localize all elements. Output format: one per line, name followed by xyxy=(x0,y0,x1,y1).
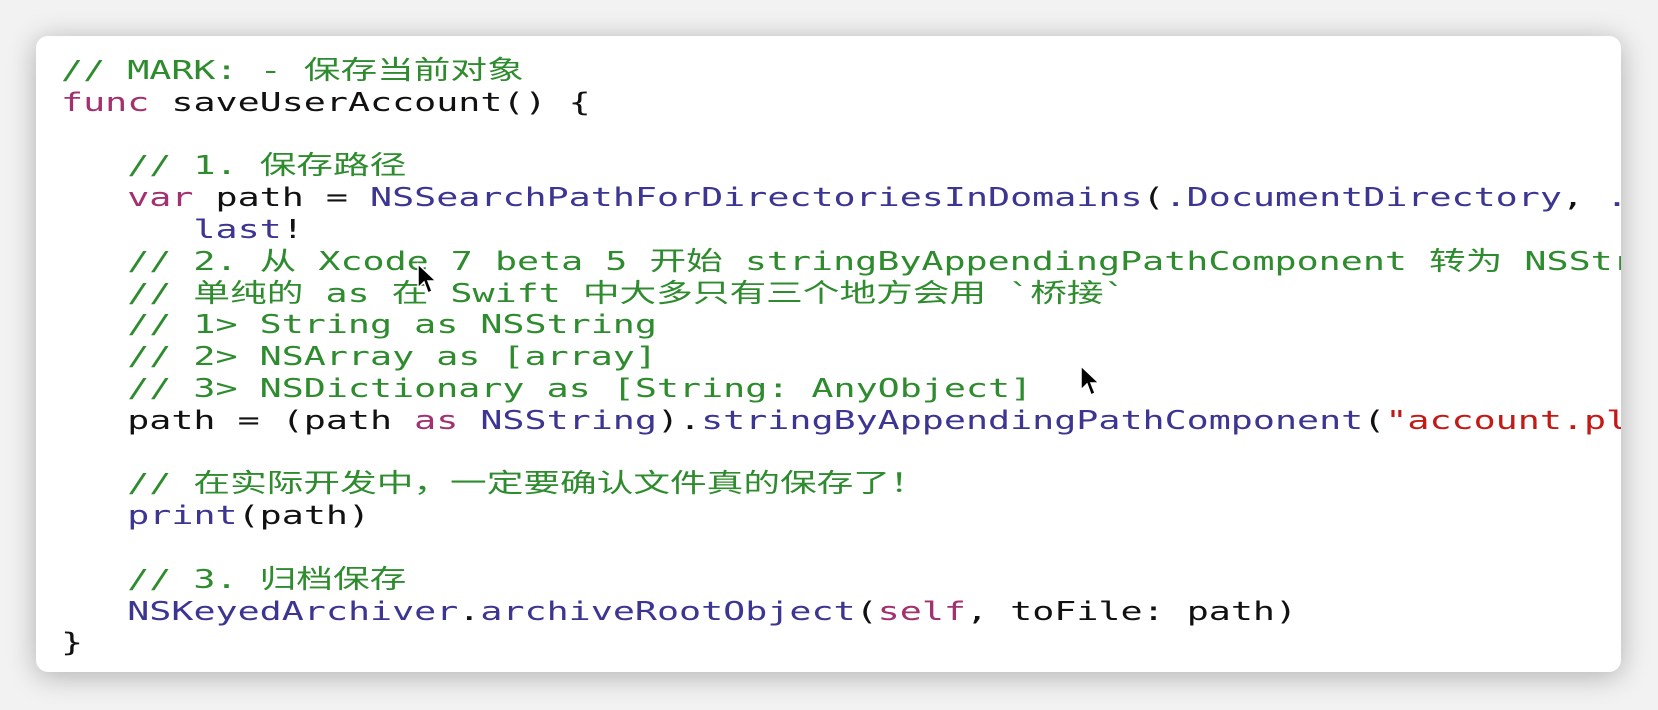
code-line: path = (path as NSString).stringByAppend… xyxy=(61,406,1621,438)
code-line: var path = NSSearchPathForDirectoriesInD… xyxy=(61,183,1621,215)
code-token-type: NSKeyedArchiver xyxy=(127,596,459,627)
code-snippet-card: // MARK: - 保存当前对象 func saveUserAccount() … xyxy=(36,36,1621,672)
code-token-type: last xyxy=(193,214,282,245)
code-line: last! xyxy=(61,215,1621,247)
code-token-comment: // 1. 保存路径 xyxy=(61,151,407,182)
code-token-plain: . xyxy=(458,596,481,627)
code-token-type: print xyxy=(127,501,238,532)
code-editor[interactable]: // MARK: - 保存当前对象 func saveUserAccount() … xyxy=(61,56,1621,660)
code-token-comment: // 2. 从 Xcode 7 beta 5 开始 stringByAppend… xyxy=(127,246,1621,277)
code-line: func saveUserAccount() { xyxy=(61,88,1621,120)
code-line: print(path) xyxy=(61,501,1621,533)
code-token-plain: path = (path xyxy=(61,405,415,436)
code-line: // MARK: - 保存当前对象 xyxy=(61,56,1621,88)
code-token-plain: ! xyxy=(281,214,304,245)
code-token-plain: ( xyxy=(1363,405,1386,436)
code-token-comment: // 在实际开发中，一定要确认文件真的保存了！ xyxy=(61,469,927,500)
code-token-comment: // 单纯的 as 在 Swift 中大多只有三个地方会用 `桥接` xyxy=(61,278,1126,309)
mouse-pointer-icon xyxy=(417,262,438,295)
code-line: // 3. 归档保存 xyxy=(61,565,1621,597)
code-line: // 3> NSDictionary as [String: AnyObject… xyxy=(61,374,1621,406)
code-token-comment: // 1> String as NSString xyxy=(61,310,657,341)
code-token-type: stringByAppendingPathComponent xyxy=(701,405,1364,436)
code-line: NSKeyedArchiver.archiveRootObject(self, … xyxy=(61,597,1621,629)
code-token-type: NSString xyxy=(480,405,657,436)
code-token-comment: // MARK: - 保存当前对象 xyxy=(61,56,524,86)
code-token-keyword: func xyxy=(61,87,150,118)
code-token-string: "account.plist" xyxy=(1385,405,1621,436)
code-token-comment: // 3> NSDictionary as [String: AnyObject… xyxy=(61,373,1033,404)
code-line: // 在实际开发中，一定要确认文件真的保存了！ xyxy=(61,469,1621,501)
code-token-type: .UserDomainMask xyxy=(1606,183,1621,213)
code-line: // 1> String as NSString xyxy=(61,310,1621,342)
mouse-pointer-icon xyxy=(1080,364,1101,397)
code-token-keyword: as xyxy=(414,405,459,436)
code-line: // 2> NSArray as [array] xyxy=(61,342,1621,374)
code-token-plain: saveUserAccount() { xyxy=(149,87,591,118)
code-token-plain: ). xyxy=(656,405,702,436)
code-line: // 单纯的 as 在 Swift 中大多只有三个地方会用 `桥接` xyxy=(61,279,1621,311)
code-token-type: .DocumentDirectory xyxy=(1164,183,1562,214)
code-token-type: NSSearchPathForDirectoriesInDomains xyxy=(370,183,1143,214)
code-token-plain: (path) xyxy=(237,501,371,532)
code-token-plain: } xyxy=(61,628,84,659)
code-line: // 2. 从 Xcode 7 beta 5 开始 stringByAppend… xyxy=(61,247,1621,279)
code-line: } xyxy=(61,628,1621,660)
code-token-plain: ( xyxy=(1142,183,1165,214)
code-token-keyword: var xyxy=(127,183,194,214)
code-token-type: archiveRootObject xyxy=(480,596,856,627)
code-token-comment: // 3. 归档保存 xyxy=(61,564,407,595)
code-token-comment: // 2> NSArray as [array] xyxy=(61,342,657,373)
code-token-plain: , xyxy=(1561,183,1607,214)
code-token-plain: path = xyxy=(193,183,371,214)
code-token-plain: , toFile: path) xyxy=(965,596,1298,627)
code-token-keyword: self xyxy=(877,596,966,627)
code-line: // 1. 保存路径 xyxy=(61,151,1621,183)
code-token-plain: ( xyxy=(855,596,878,627)
